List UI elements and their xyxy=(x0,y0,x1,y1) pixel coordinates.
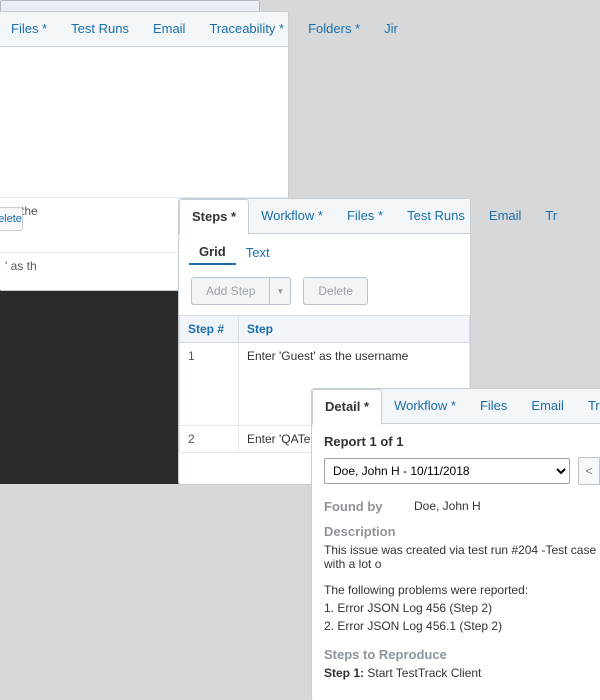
repro-step-number: Step 1: xyxy=(324,666,364,680)
tab-files[interactable]: Files xyxy=(468,389,519,423)
steps-tabbar: Steps * Workflow * Files * Test Runs Ema… xyxy=(179,199,470,234)
add-step-button[interactable]: Add Step xyxy=(191,277,270,305)
description-line: The following problems were reported: xyxy=(324,583,600,597)
tab-traceability[interactable]: Traceability * xyxy=(197,12,296,46)
tab-jira-cut[interactable]: Jir xyxy=(372,12,410,46)
tab-files[interactable]: Files * xyxy=(0,12,59,46)
col-step[interactable]: Step xyxy=(239,316,470,343)
detail-panel: Detail * Workflow * Files Email Traceabi… xyxy=(311,388,600,700)
steps-subtabs: Grid Text xyxy=(179,234,470,265)
description-list-item: 2. Error JSON Log 456.1 (Step 2) xyxy=(324,619,600,633)
report-count: Report 1 of 1 xyxy=(324,434,600,449)
tab-test-runs[interactable]: Test Runs xyxy=(59,12,141,46)
cell-step-number: 2 xyxy=(180,426,239,453)
repro-step: Step 1: Start TestTrack Client xyxy=(324,666,600,680)
found-by-label: Found by xyxy=(324,499,414,514)
tab-steps[interactable]: Steps * xyxy=(179,199,249,235)
detail-content: Report 1 of 1 Doe, John H - 10/11/2018 <… xyxy=(312,424,600,694)
tab-workflow[interactable]: Workflow * xyxy=(249,199,335,233)
found-by-value: Doe, John H xyxy=(414,499,481,514)
tab-traceability-cut[interactable]: Tr xyxy=(533,199,569,233)
tab-email[interactable]: Email xyxy=(477,199,534,233)
detail-tabbar: Detail * Workflow * Files Email Traceabi… xyxy=(312,389,600,424)
subtab-text[interactable]: Text xyxy=(236,241,280,264)
back-tabbar: Files * Test Runs Email Traceability * F… xyxy=(0,12,288,47)
tab-detail[interactable]: Detail * xyxy=(312,389,382,425)
tab-folders[interactable]: Folders * xyxy=(296,12,372,46)
description-list-item: 1. Error JSON Log 456 (Step 2) xyxy=(324,601,600,615)
report-author-select[interactable]: Doe, John H - 10/11/2018 xyxy=(324,458,570,484)
tab-files[interactable]: Files * xyxy=(335,199,395,233)
steps-toolbar: Add Step ▾ Delete xyxy=(179,265,470,315)
tab-email[interactable]: Email xyxy=(519,389,576,423)
prev-report-button[interactable]: < xyxy=(578,457,600,485)
repro-step-text: Start TestTrack Client xyxy=(364,666,481,680)
tab-email[interactable]: Email xyxy=(141,12,198,46)
cell-step-number: 1 xyxy=(180,343,239,426)
description-line: This issue was created via test run #204… xyxy=(324,543,600,571)
tab-workflow[interactable]: Workflow * xyxy=(382,389,468,423)
tab-test-runs[interactable]: Test Runs xyxy=(395,199,477,233)
subtab-grid[interactable]: Grid xyxy=(189,240,236,265)
add-step-split-button[interactable]: Add Step ▾ xyxy=(191,277,291,305)
steps-to-reproduce-label: Steps to Reproduce xyxy=(324,647,600,662)
add-step-dropdown[interactable]: ▾ xyxy=(270,277,291,305)
tab-traceability[interactable]: Traceability * xyxy=(576,389,600,423)
delete-fragment-button[interactable]: elete xyxy=(0,207,23,231)
delete-step-button[interactable]: Delete xyxy=(303,277,368,305)
col-step-number[interactable]: Step # xyxy=(180,316,239,343)
description-label: Description xyxy=(324,524,600,539)
